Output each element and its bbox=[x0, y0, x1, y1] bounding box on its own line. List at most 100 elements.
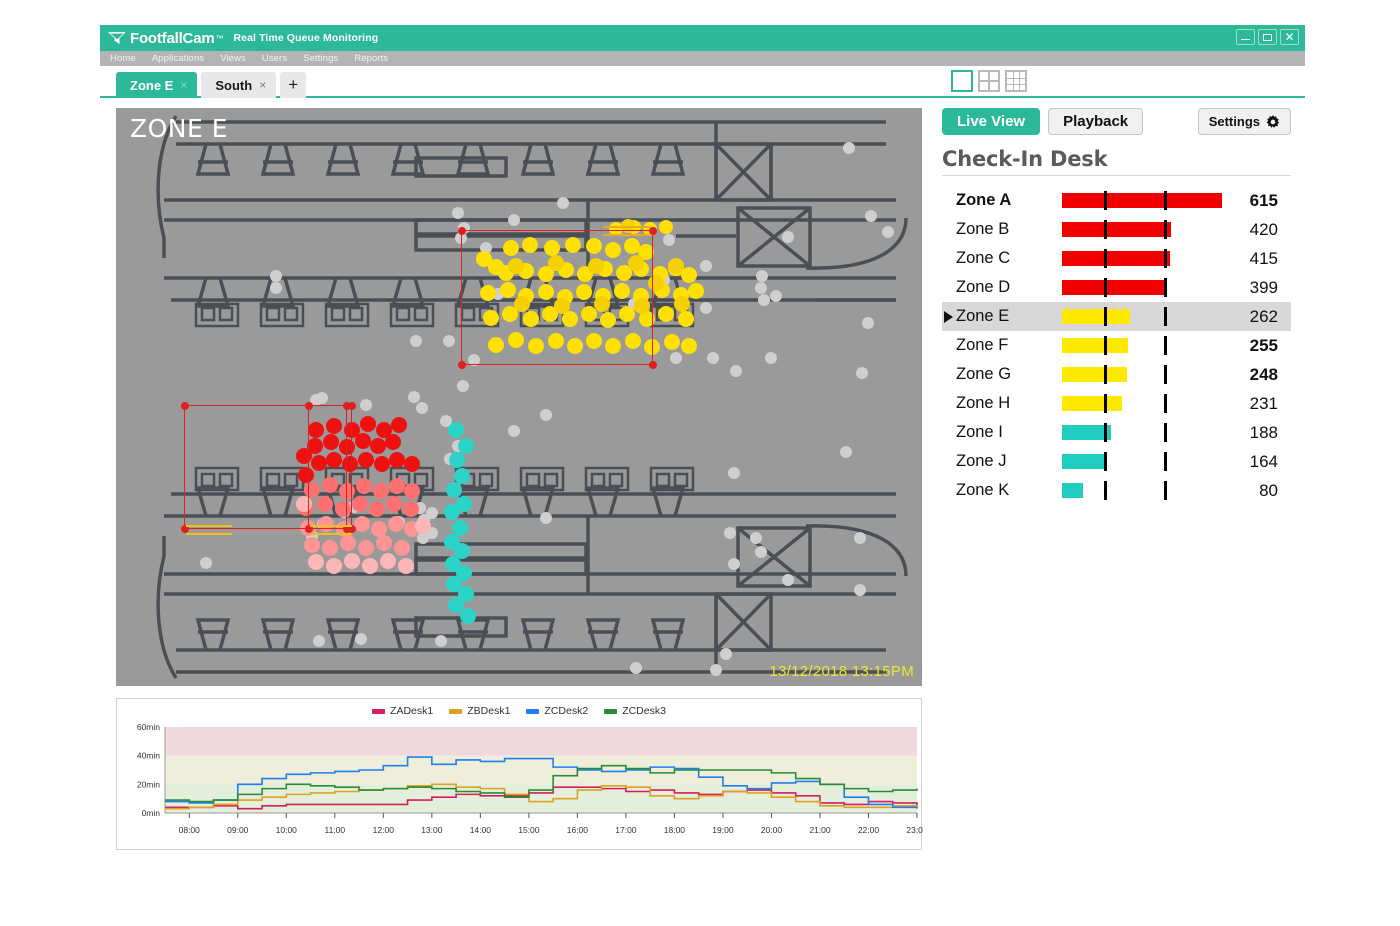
chart-y-tick-label: 40min bbox=[137, 751, 160, 761]
chart-y-tick-label: 20min bbox=[137, 779, 160, 789]
zone-name: Zone H bbox=[956, 394, 1011, 412]
chart-x-tick-label: 10:00 bbox=[276, 825, 298, 835]
zone-row-zone-i[interactable]: Zone I 188 bbox=[942, 418, 1291, 447]
menu-item-settings[interactable]: Settings bbox=[303, 53, 338, 64]
zone-bar-track bbox=[1062, 215, 1222, 244]
zone-row-zone-e[interactable]: Zone E 262 bbox=[942, 302, 1291, 331]
zone-bar-track bbox=[1062, 302, 1222, 331]
zone-row-zone-k[interactable]: Zone K 80 bbox=[942, 476, 1291, 505]
zone-value: 399 bbox=[1249, 277, 1278, 297]
menu-item-reports[interactable]: Reports bbox=[354, 53, 388, 64]
zone-threshold-tick-1 bbox=[1103, 307, 1107, 326]
legend-item-zcdesk2[interactable]: ZCDesk2 bbox=[526, 705, 588, 717]
zone-row-zone-f[interactable]: Zone F 255 bbox=[942, 331, 1291, 360]
zone-value: 415 bbox=[1249, 248, 1278, 268]
tab-south-close-icon[interactable]: × bbox=[259, 78, 266, 92]
zone-row-zone-j[interactable]: Zone J 164 bbox=[942, 447, 1291, 476]
zone-list: Zone A 615 Zone B 420 Zone C 415 Zone D 399 Zone… bbox=[942, 186, 1291, 505]
zone-name: Zone C bbox=[956, 249, 1011, 267]
zone-name: Zone E bbox=[956, 307, 1010, 325]
queue-zone-rect-teal[interactable] bbox=[304, 401, 356, 533]
zone-row-zone-g[interactable]: Zone G 248 bbox=[942, 360, 1291, 389]
zone-value: 262 bbox=[1249, 306, 1278, 326]
zone-threshold-tick-1 bbox=[1103, 249, 1107, 268]
chart-legend: ZADesk1 ZBDesk1 ZCDesk2 ZCDesk3 bbox=[117, 699, 921, 717]
layout-single-pane-button[interactable] bbox=[951, 70, 973, 92]
chart-x-tick-label: 13:00 bbox=[421, 825, 443, 835]
resize-handle-tl[interactable] bbox=[457, 226, 466, 235]
resize-handle-tl[interactable] bbox=[180, 401, 189, 410]
add-tab-button[interactable]: + bbox=[280, 72, 307, 98]
legend-item-zadesk1[interactable]: ZADesk1 bbox=[372, 705, 433, 717]
legend-label: ZCDesk3 bbox=[622, 705, 666, 717]
zone-name: Zone J bbox=[956, 452, 1007, 470]
settings-button-label: Settings bbox=[1208, 114, 1260, 129]
chart-y-tick-label: 0min bbox=[142, 808, 161, 818]
legend-label: ZBDesk1 bbox=[467, 705, 511, 717]
app-subtitle: Real Time Queue Monitoring bbox=[233, 32, 379, 44]
legend-item-zcdesk3[interactable]: ZCDesk3 bbox=[604, 705, 666, 717]
brand-name: FootfallCam bbox=[130, 29, 215, 47]
tab-zone-e[interactable]: Zone E × bbox=[116, 72, 198, 98]
playback-button[interactable]: Playback bbox=[1048, 108, 1144, 135]
zone-threshold-tick-1 bbox=[1103, 423, 1107, 442]
floorplan-map[interactable]: ZONE E 13/12/2018 13:15PM bbox=[116, 108, 922, 686]
legend-item-zbdesk1[interactable]: ZBDesk1 bbox=[449, 705, 510, 717]
zone-threshold-tick-2 bbox=[1163, 452, 1167, 471]
zone-bar bbox=[1062, 251, 1170, 266]
zone-value: 255 bbox=[1249, 335, 1278, 355]
selected-zone-caret-icon bbox=[944, 310, 953, 323]
zone-bar bbox=[1062, 454, 1105, 469]
zone-name: Zone A bbox=[956, 191, 1012, 209]
chart-band-1 bbox=[165, 755, 917, 785]
zone-name: Zone D bbox=[956, 278, 1011, 296]
zone-bar-track bbox=[1062, 273, 1222, 302]
chart-x-tick-label: 16:00 bbox=[567, 825, 589, 835]
minimize-button[interactable] bbox=[1236, 29, 1255, 45]
zone-threshold-tick-2 bbox=[1163, 394, 1167, 413]
menu-item-home[interactable]: Home bbox=[110, 53, 136, 64]
zone-value: 188 bbox=[1249, 422, 1278, 442]
queue-zone-rect-yellow[interactable] bbox=[457, 226, 657, 369]
layout-grid-2x2-button[interactable] bbox=[978, 70, 1000, 92]
view-controls: Live View Playback Settings bbox=[942, 108, 1291, 135]
footfallcam-logo-icon bbox=[108, 31, 126, 45]
zone-threshold-tick-1 bbox=[1103, 394, 1107, 413]
legend-swatch bbox=[372, 708, 386, 714]
menu-item-users[interactable]: Users bbox=[262, 53, 287, 64]
live-view-button[interactable]: Live View bbox=[942, 108, 1041, 135]
zone-bar-track bbox=[1062, 389, 1222, 418]
layout-grid-3x3-button[interactable] bbox=[1005, 70, 1027, 92]
resize-handle-br[interactable] bbox=[648, 360, 657, 369]
zone-row-zone-c[interactable]: Zone C 415 bbox=[942, 244, 1291, 273]
resize-handle-tl[interactable] bbox=[304, 401, 313, 410]
title-bar: FootfallCam ™ Real Time Queue Monitoring… bbox=[100, 25, 1305, 51]
chart-x-tick-label: 12:00 bbox=[373, 825, 395, 835]
resize-handle-tr[interactable] bbox=[347, 401, 356, 410]
settings-button[interactable]: Settings bbox=[1197, 108, 1291, 135]
zone-row-zone-a[interactable]: Zone A 615 bbox=[942, 186, 1291, 215]
close-button[interactable]: ✕ bbox=[1280, 29, 1299, 45]
tab-south[interactable]: South × bbox=[201, 72, 277, 98]
chart-x-tick-label: 11:00 bbox=[324, 825, 345, 835]
zone-row-zone-h[interactable]: Zone H 231 bbox=[942, 389, 1291, 418]
zone-threshold-tick-2 bbox=[1163, 191, 1167, 210]
menu-item-views[interactable]: Views bbox=[220, 53, 246, 64]
legend-swatch bbox=[604, 708, 618, 714]
zone-threshold-tick-2 bbox=[1163, 220, 1167, 239]
zone-threshold-tick-1 bbox=[1103, 191, 1107, 210]
zone-row-zone-b[interactable]: Zone B 420 bbox=[942, 215, 1291, 244]
chart-x-tick-label: 19:00 bbox=[712, 825, 734, 835]
tab-zone-e-close-icon[interactable]: × bbox=[180, 78, 187, 92]
menu-item-applications[interactable]: Applications bbox=[152, 53, 204, 64]
chart-x-tick-label: 21:00 bbox=[809, 825, 831, 835]
zone-threshold-tick-2 bbox=[1163, 278, 1167, 297]
map-timestamp: 13/12/2018 13:15PM bbox=[769, 663, 914, 680]
resize-handle-bl[interactable] bbox=[457, 360, 466, 369]
zone-threshold-tick-1 bbox=[1103, 336, 1107, 355]
legend-swatch bbox=[449, 708, 463, 714]
legend-label: ZCDesk2 bbox=[544, 705, 589, 717]
zone-name: Zone B bbox=[956, 220, 1010, 238]
maximize-button[interactable] bbox=[1258, 29, 1277, 45]
zone-row-zone-d[interactable]: Zone D 399 bbox=[942, 273, 1291, 302]
